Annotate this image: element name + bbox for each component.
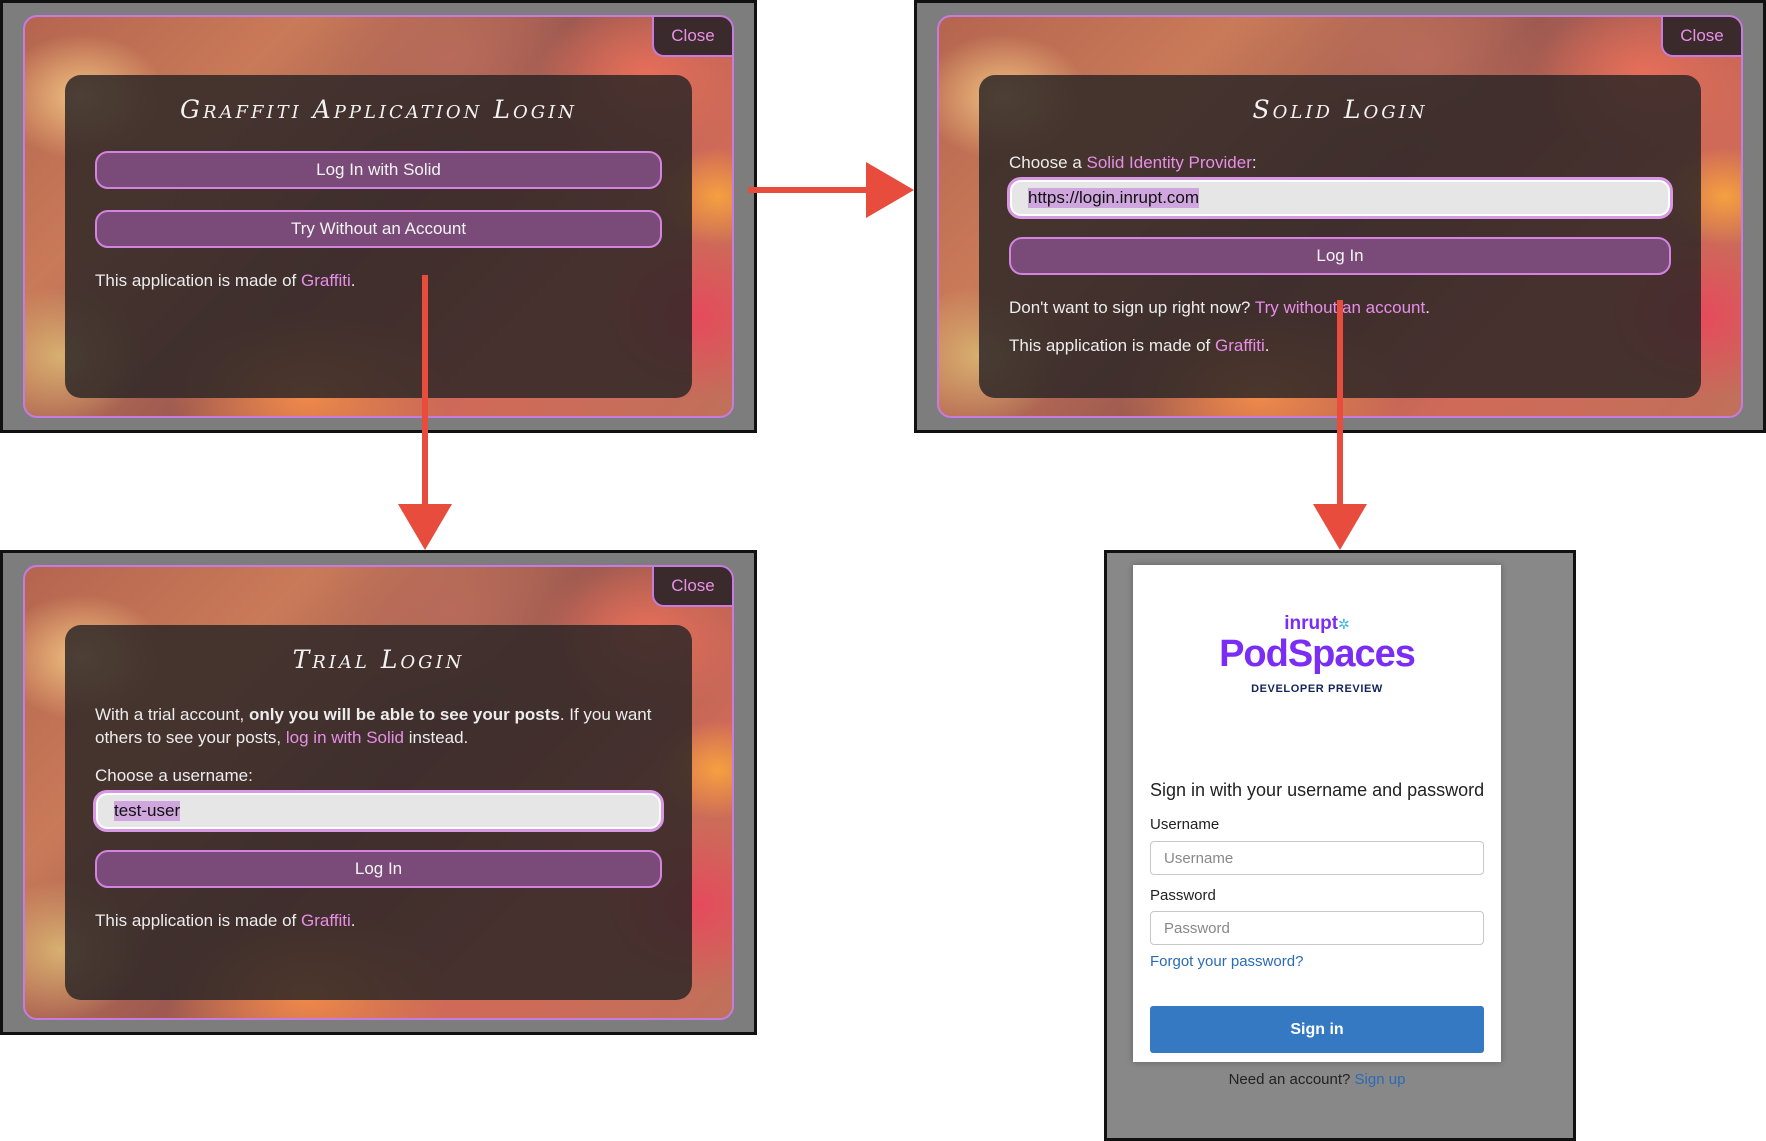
provider-input[interactable]: https://login.inrupt.com — [1007, 177, 1673, 219]
log-in-with-solid-link[interactable]: log in with Solid — [286, 728, 404, 747]
close-button[interactable]: Close — [652, 567, 732, 607]
graffiti-background: Close Graffiti Application Login Log In … — [23, 15, 734, 418]
arrow-head-down — [398, 504, 452, 550]
login-dialog: Solid Login Choose a Solid Identity Prov… — [979, 75, 1701, 398]
graffiti-link[interactable]: Graffiti — [301, 911, 351, 930]
podspaces-logo: PodSpaces — [1219, 633, 1416, 675]
login-dialog: Graffiti Application Login Log In with S… — [65, 75, 692, 398]
trial-login-panel: Close Trial Login With a trial account, … — [0, 550, 757, 1035]
log-in-with-solid-button[interactable]: Log In with Solid — [95, 151, 662, 189]
need-account-text: Need an account? Sign up — [1228, 1071, 1406, 1088]
dialog-title: Solid Login — [1252, 95, 1428, 124]
made-of-text: This application is made of Graffiti. — [95, 911, 356, 930]
graffiti-background: Close Solid Login Choose a Solid Identit… — [937, 15, 1743, 418]
graffiti-background: Close Trial Login With a trial account, … — [23, 565, 734, 1020]
try-without-account-button[interactable]: Try Without an Account — [95, 210, 662, 248]
podspaces-card: inrupt✲ PodSpaces DEVELOPER PREVIEW Sign… — [1133, 565, 1501, 1088]
username-input[interactable]: test-user — [93, 790, 664, 832]
close-button[interactable]: Close — [652, 17, 732, 57]
made-of-text: This application is made of Graffiti. — [1009, 336, 1270, 355]
sign-up-link[interactable]: Sign up — [1355, 1071, 1406, 1088]
sign-in-button[interactable]: Sign in — [1150, 1006, 1484, 1053]
log-in-button[interactable]: Log In — [95, 850, 662, 888]
sign-in-heading: Sign in with your username and password — [1150, 780, 1485, 800]
solid-identity-provider-link[interactable]: Solid Identity Provider — [1087, 153, 1252, 172]
password-field[interactable]: Password — [1150, 911, 1484, 945]
graffiti-link[interactable]: Graffiti — [1215, 336, 1265, 355]
sparkle-icon: ✲ — [1338, 616, 1350, 632]
arrow-head-down — [1313, 504, 1367, 550]
app-login-panel: Close Graffiti Application Login Log In … — [0, 0, 757, 433]
podspaces-panel: inrupt✲ PodSpaces DEVELOPER PREVIEW Sign… — [1104, 550, 1576, 1141]
made-of-text: This application is made of Graffiti. — [95, 271, 356, 290]
arrow-head-right — [866, 162, 914, 218]
username-field[interactable]: Username — [1150, 841, 1484, 875]
try-without-account-link[interactable]: Try without an account — [1255, 298, 1425, 317]
log-in-button[interactable]: Log In — [1009, 237, 1671, 275]
developer-preview-label: DEVELOPER PREVIEW — [1251, 683, 1383, 695]
graffiti-link[interactable]: Graffiti — [301, 271, 351, 290]
trial-description: With a trial account, only you will be a… — [95, 705, 652, 747]
username-label: Choose a username: — [95, 766, 253, 785]
forgot-password-link[interactable]: Forgot your password? — [1150, 953, 1303, 970]
login-dialog: Trial Login With a trial account, only y… — [65, 625, 692, 1000]
inrupt-logo: inrupt✲ — [1284, 613, 1350, 634]
username-label: Username — [1150, 816, 1220, 833]
dialog-title: Graffiti Application Login — [180, 95, 577, 124]
choose-provider-text: Choose a Solid Identity Provider: — [1009, 153, 1257, 172]
password-label: Password — [1150, 887, 1216, 904]
close-button[interactable]: Close — [1661, 17, 1741, 57]
no-signup-text: Don't want to sign up right now? Try wit… — [1009, 298, 1430, 317]
solid-login-panel: Close Solid Login Choose a Solid Identit… — [914, 0, 1766, 433]
dialog-title: Trial Login — [292, 645, 465, 674]
